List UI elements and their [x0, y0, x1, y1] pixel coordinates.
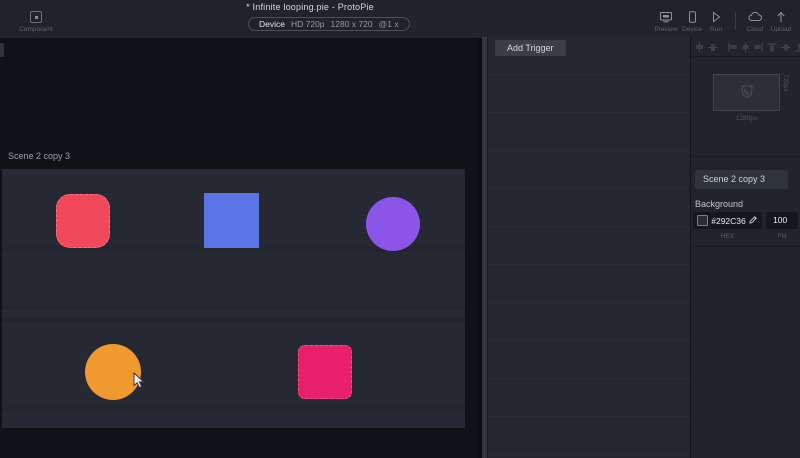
shape-blue-square[interactable] [204, 193, 259, 248]
background-hex-field[interactable]: #292C36 [693, 212, 762, 229]
component-button[interactable]: Component [14, 11, 58, 33]
canvas-guide-band [2, 407, 465, 412]
align-horizontal-center-icon[interactable] [695, 42, 704, 52]
preview-button[interactable]: Preview [652, 11, 680, 33]
preview-monitor-icon [652, 11, 680, 23]
add-trigger-button[interactable]: Add Trigger [495, 40, 566, 56]
scene-name-field[interactable]: Scene 2 copy 3 [695, 170, 788, 189]
align-top-icon[interactable] [767, 43, 777, 52]
shape-purple-circle[interactable] [366, 197, 420, 251]
property-panel: 1280px 720px Scene 2 copy 3 Background #… [690, 37, 800, 458]
component-icon [30, 11, 42, 23]
align-toolbar [691, 37, 800, 57]
component-label: Component [19, 26, 53, 33]
cloud-label: Cloud [746, 26, 764, 33]
align-center-icon[interactable] [741, 42, 750, 52]
workspace-area[interactable]: Scene 2 copy 3 [0, 38, 482, 458]
device-preset: HD 720p [290, 19, 325, 29]
align-left-icon[interactable] [728, 42, 737, 52]
device-pill-label: Device [259, 19, 285, 29]
device-scale: @1 x [378, 19, 399, 29]
shape-orange-circle[interactable] [85, 344, 141, 400]
background-color-swatch[interactable] [697, 215, 708, 226]
canvas-guide-band [2, 318, 465, 322]
scene-thumbnail [713, 74, 780, 111]
device-phone-icon [680, 11, 704, 23]
eyedropper-icon[interactable] [749, 215, 758, 226]
toolbar-divider [735, 12, 736, 30]
hex-label: HEX [720, 233, 735, 240]
scene-width-label: 1280px [735, 115, 758, 122]
align-vertical-center-icon[interactable] [708, 43, 718, 52]
preview-label: Preview [654, 26, 678, 33]
run-label: Run [710, 26, 722, 33]
shape-red-rounded-square[interactable] [56, 194, 110, 248]
protopie-app-window: * Infinite looping.pie - ProtoPie Compon… [0, 0, 800, 458]
background-hex-value: #292C36 [711, 215, 746, 226]
device-label: Device [682, 26, 702, 33]
panel-collapse-handle[interactable] [0, 43, 4, 57]
section-divider [691, 246, 800, 247]
device-resolution: 1280 x 720 [330, 19, 373, 29]
scene-height-label: 720px [782, 74, 789, 92]
canvas-guide-band [2, 305, 465, 309]
scene-canvas[interactable] [2, 169, 465, 428]
align-middle-icon[interactable] [781, 43, 791, 52]
toolbar-actions: Preview Device Run Cloud Upload [652, 11, 795, 33]
top-toolbar: * Infinite looping.pie - ProtoPie Compon… [0, 0, 800, 38]
run-button[interactable]: Run [704, 11, 728, 33]
align-right-icon[interactable] [754, 42, 763, 52]
upload-arrow-icon [767, 11, 795, 23]
cloud-button[interactable]: Cloud [743, 11, 767, 33]
trigger-panel[interactable]: Add Trigger [487, 37, 690, 458]
canvas-scene-label: Scene 2 copy 3 [8, 151, 71, 161]
align-bottom-icon[interactable] [795, 43, 800, 52]
scene-placeholder-shield-icon [738, 83, 756, 103]
fill-label: Fill [777, 233, 787, 240]
device-button[interactable]: Device [680, 11, 704, 33]
device-settings-pill[interactable]: Device HD 720p 1280 x 720 @1 x [248, 17, 410, 31]
shape-pink-rounded-square[interactable] [298, 345, 352, 399]
background-fill-field[interactable]: 100 [766, 212, 798, 229]
upload-button[interactable]: Upload [767, 11, 795, 33]
run-play-icon [704, 11, 728, 23]
scene-size-preview: 1280px 720px [691, 57, 800, 157]
cloud-icon [743, 11, 767, 23]
background-section-label: Background [695, 199, 744, 209]
window-title: * Infinite looping.pie - ProtoPie [246, 2, 374, 12]
upload-label: Upload [770, 26, 792, 33]
